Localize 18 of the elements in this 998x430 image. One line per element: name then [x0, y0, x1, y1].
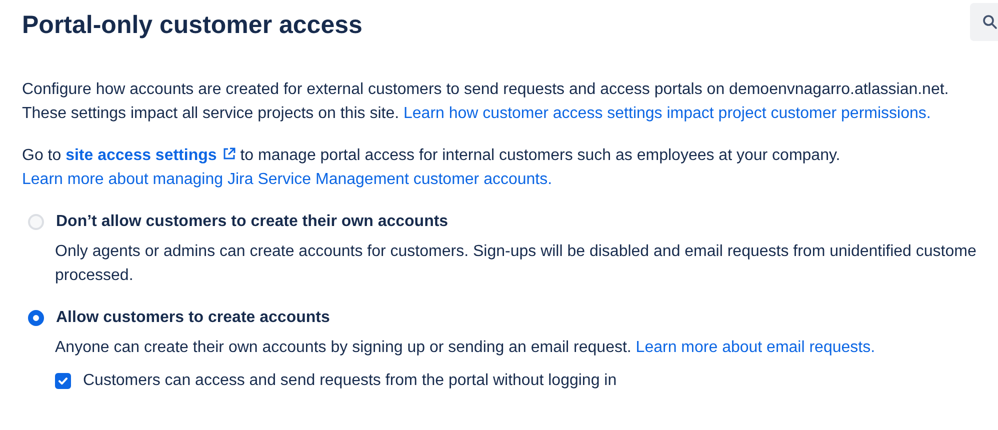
radio-button[interactable] — [28, 310, 44, 326]
description-paragraph: Configure how accounts are created for external customers to send requests and access portals on demoenvnagarro.atlassian.net. These settings impact all service projects on this site. Learn how customer access settings impact project customer permissions. — [22, 80, 950, 124]
option-label: Don’t allow customers to create their own accounts — [56, 213, 448, 231]
help-link[interactable]: Learn how customer access settings impact project customer permissions. — [404, 105, 931, 122]
help-link[interactable]: Learn more about email requests. — [636, 339, 876, 356]
checkbox-label: Customers can access and send requests from the portal without logging in — [83, 372, 617, 390]
check-icon — [57, 375, 69, 387]
option-description: Anyone can create their own accounts by signing up or sending an email request. Learn more about email requests. — [55, 338, 876, 358]
help-link[interactable]: Learn more about managing Jira Service Management customer accounts. — [22, 171, 552, 188]
option-description: Only agents or admins can create accounts for customers. Sign-ups will be disabled and email requests from unidentified custome processed. — [55, 242, 978, 286]
option-label: Allow customers to create accounts — [56, 309, 330, 327]
external-link-icon — [222, 147, 236, 161]
description-paragraph: Go to site access settings to manage portal access for internal customers such as employees at your company. Learn more about managing Jira Service Management customer accounts. — [22, 146, 842, 190]
page-title: Portal-only customer access — [22, 10, 362, 41]
search-button[interactable] — [970, 3, 998, 41]
checkbox[interactable] — [55, 373, 71, 389]
search-icon — [982, 14, 998, 30]
settings-link[interactable]: site access settings — [66, 147, 236, 164]
